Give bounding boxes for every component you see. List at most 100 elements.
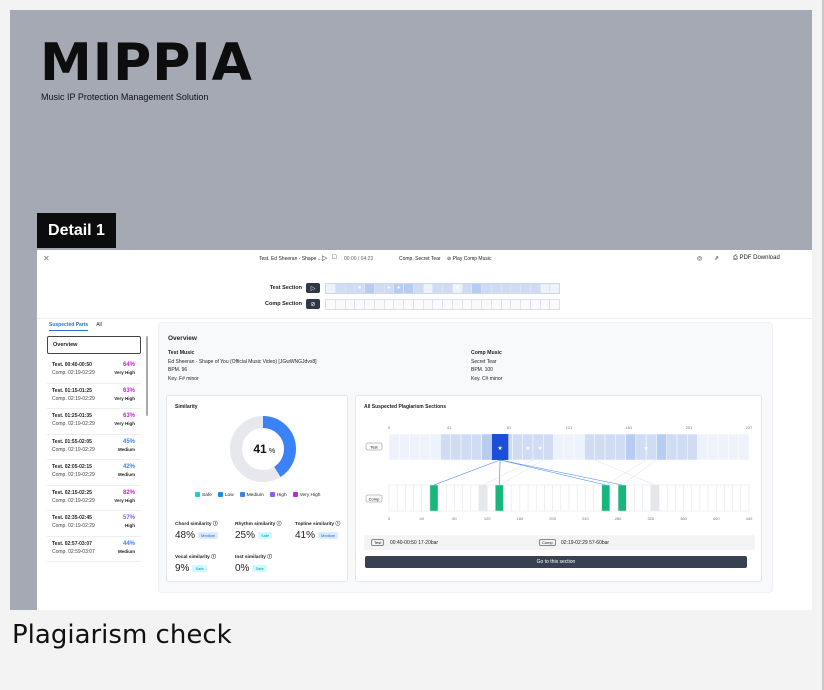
test-section-cell[interactable] (413, 283, 424, 293)
comp-timeline-cell[interactable] (732, 484, 742, 512)
test-section-cell[interactable]: ★ (452, 283, 463, 293)
part-item[interactable]: Test. 02:05-02:15 Comp. 02:19-02:29 42% Med… (47, 460, 141, 486)
comp-section-cell[interactable] (530, 299, 541, 309)
test-timeline-cell[interactable] (440, 433, 451, 461)
part-item[interactable]: Test. 01:55-02:05 Comp. 02:19-02:29 45% Med… (47, 435, 141, 460)
test-timeline-cell[interactable] (697, 433, 709, 461)
stop-icon[interactable]: □ (332, 254, 336, 261)
test-timeline-cell[interactable] (419, 433, 431, 461)
test-section-cell[interactable] (501, 283, 512, 293)
test-section-cell[interactable] (433, 283, 443, 293)
play-icon[interactable]: ▷ (322, 254, 327, 262)
comp-section-cell[interactable] (394, 299, 404, 309)
comp-section-cell[interactable] (462, 299, 473, 309)
test-section-cell[interactable] (365, 283, 375, 293)
comp-section-cell[interactable] (384, 299, 395, 309)
comp-timeline-cell[interactable] (609, 484, 619, 512)
test-timeline-cell[interactable] (573, 433, 585, 461)
share-icon[interactable]: ⇗ (714, 255, 719, 262)
info-icon[interactable]: ⓘ (335, 522, 340, 527)
scrollbar[interactable] (146, 336, 148, 416)
test-timeline-cell[interactable] (615, 433, 626, 461)
test-timeline-cell[interactable] (481, 433, 493, 461)
info-icon[interactable]: ⓘ (211, 555, 216, 560)
test-play-icon[interactable]: ▷ (306, 283, 320, 293)
test-section-cell[interactable] (443, 283, 453, 293)
test-timeline-cell[interactable] (409, 433, 421, 461)
comp-timeline-cell[interactable] (462, 484, 472, 512)
test-section-cell[interactable] (530, 283, 541, 293)
test-timeline-cell[interactable] (687, 433, 698, 461)
link-icon[interactable]: ⊘ (306, 299, 320, 309)
part-item[interactable]: Test. 02:35-02:45 Comp. 02:19-02:29 57% Hig… (47, 511, 141, 537)
comp-timeline-cell[interactable] (437, 484, 447, 512)
test-section-grid[interactable]: ★ ★ ★ ★ (325, 282, 560, 294)
test-section-cell[interactable] (345, 283, 356, 293)
comp-section-cell[interactable] (374, 299, 385, 309)
comp-timeline-cell[interactable] (707, 484, 717, 512)
info-icon[interactable]: ⓘ (213, 522, 218, 527)
part-item[interactable]: Test. 00:40-00:50 Comp. 02:19-02:29 64% Ver… (47, 358, 141, 384)
test-timeline-cell[interactable] (594, 433, 606, 461)
comp-section-cell[interactable] (443, 299, 453, 309)
test-timeline-cell[interactable] (666, 433, 678, 461)
test-timeline-cell[interactable] (429, 433, 441, 461)
comp-section-cell[interactable] (491, 299, 502, 309)
test-timeline-cell[interactable] (450, 433, 462, 461)
info-icon[interactable]: ⓘ (267, 555, 272, 560)
test-timeline-cell[interactable] (563, 433, 575, 461)
comp-timeline-cell[interactable] (675, 484, 684, 512)
comp-timeline-cell[interactable] (626, 484, 635, 512)
comp-section-cell[interactable] (326, 299, 336, 309)
comp-timeline-cell[interactable] (486, 484, 496, 512)
comp-section-grid[interactable] (325, 298, 560, 310)
comp-timeline-cell[interactable] (650, 484, 660, 512)
pdf-download-button[interactable]: ⎙ PDF Download (733, 255, 780, 262)
comp-section-cell[interactable] (501, 299, 512, 309)
test-section-cell[interactable]: ★ (384, 283, 395, 293)
comp-timeline-cell[interactable] (560, 484, 570, 512)
comp-timeline-cell[interactable] (527, 484, 537, 512)
comp-timeline-cell[interactable] (519, 484, 529, 512)
comp-timeline-cell[interactable] (642, 484, 652, 512)
comp-timeline-cell[interactable] (396, 484, 406, 512)
test-timeline-cell[interactable] (460, 433, 472, 461)
comp-timeline-cell[interactable] (568, 484, 578, 512)
comp-section-cell[interactable] (365, 299, 375, 309)
test-section-cell[interactable] (472, 283, 482, 293)
comp-timeline-cell[interactable] (593, 484, 602, 512)
comp-section-cell[interactable] (540, 299, 551, 309)
comp-timeline-cell[interactable] (470, 484, 480, 512)
comp-timeline-cell[interactable] (634, 484, 643, 512)
comp-timeline-cell[interactable] (405, 484, 414, 512)
comp-timeline-cell[interactable] (552, 484, 562, 512)
comp-timeline-cell[interactable] (421, 484, 431, 512)
test-timeline-cell[interactable] (471, 433, 482, 461)
test-section-cell[interactable] (335, 283, 346, 293)
comp-timeline-cell[interactable] (576, 484, 586, 512)
test-section-cell[interactable] (482, 283, 492, 293)
play-comp-link[interactable]: ⊘ Play Comp Music (447, 256, 492, 262)
overview-item[interactable]: Overview (47, 336, 141, 354)
test-section-cell[interactable] (491, 283, 502, 293)
test-section-cell[interactable]: ★ (355, 283, 365, 293)
test-timeline-cell[interactable] (584, 433, 595, 461)
part-item[interactable]: Test. 01:25-01:35 Comp. 02:19-02:29 63% Ver… (47, 409, 141, 435)
comp-section-cell[interactable] (345, 299, 356, 309)
comp-timeline-cell[interactable] (511, 484, 521, 512)
comp-timeline-cell[interactable] (699, 484, 709, 512)
test-timeline-cell[interactable] (738, 433, 750, 461)
comp-section-cell[interactable] (452, 299, 463, 309)
test-section-cell[interactable] (374, 283, 385, 293)
test-timeline-cell[interactable] (543, 433, 554, 461)
test-section-cell[interactable] (521, 283, 531, 293)
go-to-section-button[interactable]: Go to this section (365, 556, 747, 568)
tab-suspected-parts[interactable]: Suspected Parts (49, 322, 89, 331)
comp-timeline-cell[interactable] (666, 484, 676, 512)
comp-timeline-cell[interactable] (413, 484, 422, 512)
comp-timeline-cell[interactable] (544, 484, 553, 512)
test-section-cell[interactable] (540, 283, 551, 293)
comp-section-cell[interactable] (413, 299, 424, 309)
test-section-cell[interactable] (404, 283, 414, 293)
comp-timeline-cell[interactable] (716, 484, 725, 512)
